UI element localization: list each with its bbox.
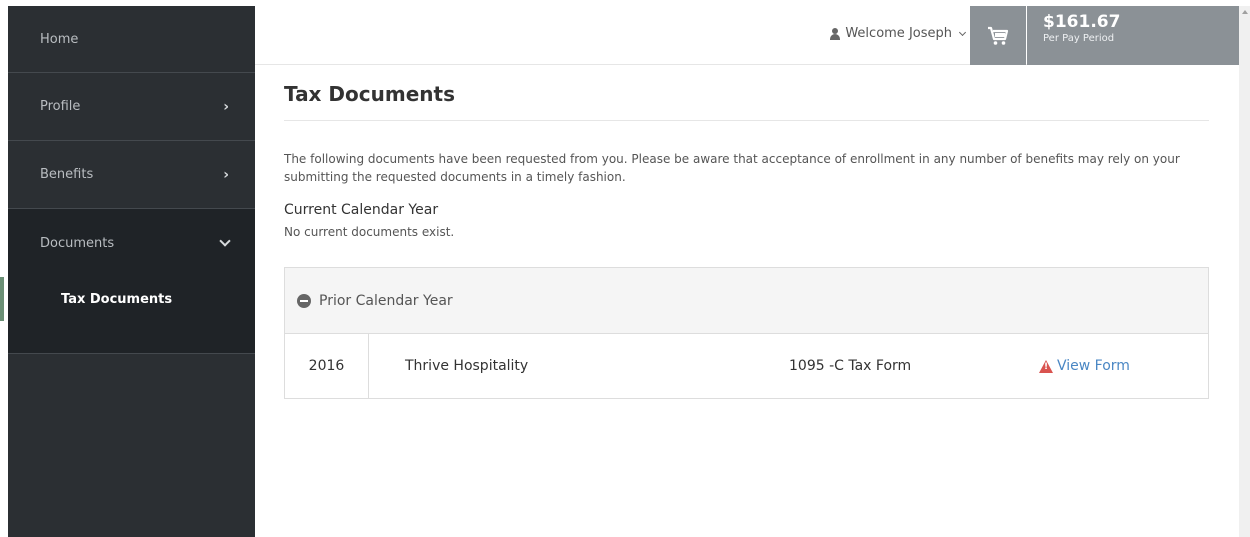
cart-button[interactable]	[970, 6, 1026, 65]
main-content: Tax Documents The following documents ha…	[284, 66, 1209, 399]
current-year-empty: No current documents exist.	[284, 225, 455, 239]
cart-amount: $161.67	[1043, 12, 1121, 32]
active-indicator	[0, 277, 4, 321]
sidebar-item-documents[interactable]: Documents	[8, 209, 255, 277]
warning-icon	[1039, 359, 1053, 373]
cart-icon	[988, 26, 1009, 45]
sidebar-item-label: Documents	[40, 235, 115, 251]
sidebar-item-benefits[interactable]: Benefits ›	[8, 141, 255, 209]
scroll-up-icon[interactable]	[1242, 10, 1248, 14]
page-title: Tax Documents	[284, 82, 1209, 121]
sidebar-subitem-tax-documents[interactable]: Tax Documents	[0, 277, 255, 321]
sidebar-item-profile[interactable]: Profile ›	[8, 73, 255, 141]
sidebar-item-label: Home	[40, 31, 79, 47]
view-form-link[interactable]: View Form	[1039, 358, 1130, 374]
row-form-type: 1095 -C Tax Form	[789, 358, 912, 374]
vertical-scrollbar[interactable]	[1239, 6, 1250, 537]
cart-total[interactable]: $161.67 Per Pay Period	[1027, 6, 1239, 65]
sidebar-item-label: Profile	[40, 99, 81, 114]
welcome-text: Welcome Joseph	[845, 26, 952, 41]
cart-period: Per Pay Period	[1043, 33, 1115, 44]
user-menu[interactable]: Welcome Joseph	[829, 26, 967, 41]
sidebar-subitem-label: Tax Documents	[61, 291, 173, 307]
current-year-title: Current Calendar Year	[284, 202, 439, 218]
row-year: 2016	[285, 334, 369, 398]
user-icon	[829, 27, 841, 40]
sidebar-item-label: Benefits	[40, 167, 94, 182]
chevron-down-icon	[219, 235, 231, 247]
table-row: 2016 Thrive Hospitality 1095 -C Tax Form…	[285, 334, 1208, 398]
sidebar-subnav: Tax Documents	[0, 277, 255, 354]
chevron-right-icon: ›	[223, 98, 229, 115]
chevron-right-icon: ›	[223, 166, 229, 183]
prior-year-toggle[interactable]: Prior Calendar Year	[285, 268, 1208, 334]
prior-year-title: Prior Calendar Year	[319, 292, 453, 309]
chevron-down-icon	[958, 28, 967, 36]
top-header: Welcome Joseph $161.67 Per Pay Period	[255, 6, 1239, 65]
prior-year-panel: Prior Calendar Year 2016 Thrive Hospital…	[284, 267, 1209, 399]
sidebar-item-home[interactable]: Home	[8, 6, 255, 73]
collapse-icon	[297, 293, 311, 308]
sidebar: Home Profile › Benefits › Documents Tax …	[0, 6, 255, 537]
row-employer: Thrive Hospitality	[405, 358, 529, 374]
intro-text: The following documents have been reques…	[284, 152, 1180, 184]
view-form-label: View Form	[1057, 358, 1130, 374]
